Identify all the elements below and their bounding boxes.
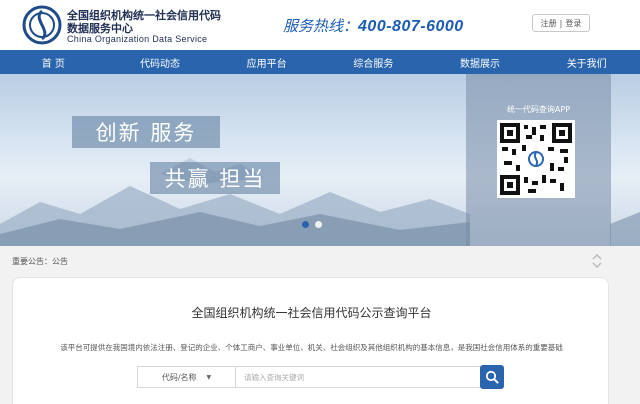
hotline-number: 400-807-6000 (358, 18, 464, 35)
search-card: 全国组织机构统一社会信用代码公示查询平台 该平台可提供在我国境内依法注册、登记的… (12, 277, 609, 404)
carousel-dot-1[interactable] (302, 221, 309, 228)
app-qr-panel: 统一代码查询APP (466, 74, 611, 246)
auth-separator: | (559, 18, 563, 28)
nav-item-services[interactable]: 综合服务 (320, 50, 427, 74)
carousel-indicators (302, 221, 322, 228)
auth-links: 注册 | 登录 (532, 14, 590, 32)
search-type-value: 代码/名称 (161, 372, 197, 382)
platform-title: 全国组织机构统一社会信用代码公示查询平台 (191, 306, 432, 320)
nav-item-data-display[interactable]: 数据展示 (427, 50, 534, 74)
banner-slogan-1: 创新 服务 (72, 116, 220, 148)
qr-label: 统一代码查询APP (506, 105, 571, 114)
qr-code-icon (500, 123, 572, 195)
organization-logo-icon[interactable] (22, 5, 62, 45)
hero-banner: 创新 服务 共赢 担当 统一代码查询APP (0, 74, 640, 246)
login-link[interactable]: 登录 (565, 18, 581, 29)
nav-item-code-news[interactable]: 代码动态 (107, 50, 214, 74)
nav-item-app-platform[interactable]: 应用平台 (213, 50, 320, 74)
org-name-english: China Organization Data Service (67, 34, 208, 44)
hotline-label: 服务热线： (283, 17, 359, 35)
search-type-select[interactable]: 代码/名称 ▼ (137, 366, 235, 388)
nav-item-about[interactable]: 关于我们 (533, 50, 640, 74)
register-link[interactable]: 注册 (541, 18, 557, 29)
search-icon (485, 370, 499, 384)
nav-item-home[interactable]: 首 页 (0, 50, 107, 74)
service-hotline: 服务热线：400-807-6000 (283, 15, 464, 36)
search-bar: 代码/名称 ▼ 请输入查询关键词 (137, 366, 490, 388)
carousel-dot-2[interactable] (315, 221, 322, 228)
search-input[interactable]: 请输入查询关键词 (235, 366, 490, 388)
main-nav: 首 页 代码动态 应用平台 综合服务 数据展示 关于我们 (0, 50, 640, 74)
banner-slogan-2: 共赢 担当 (150, 162, 280, 194)
caret-down-icon: ▼ (206, 373, 212, 381)
important-notice[interactable]: 重要公告：公告 (12, 256, 68, 267)
search-button[interactable] (480, 365, 504, 389)
qr-code (497, 120, 575, 198)
platform-description: 该平台可提供在我国境内依法注册、登记的企业、个体工商户、事业单位、机关、社会组织… (60, 343, 563, 352)
up-down-chevron-icon[interactable] (590, 252, 604, 270)
site-header: 全国组织机构统一社会信用代码 数据服务中心 China Organization… (0, 0, 640, 50)
